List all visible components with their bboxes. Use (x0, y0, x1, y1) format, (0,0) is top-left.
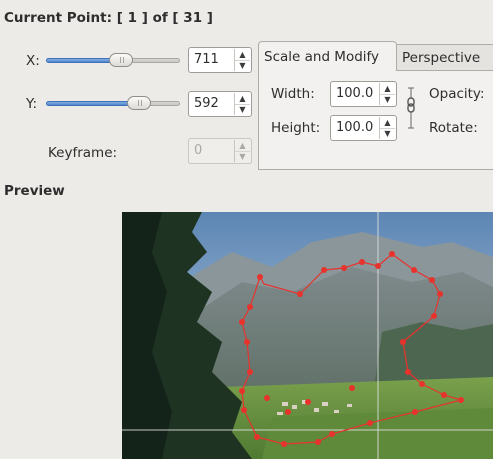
x-value[interactable]: 711 (194, 52, 219, 67)
chain-link-icon[interactable] (404, 84, 418, 136)
width-value[interactable]: 100.0 (336, 86, 373, 101)
tab-perspective[interactable]: Perspective (397, 44, 493, 71)
keyframe-spinbox: 0 ▲ ▼ (188, 138, 252, 164)
opacity-label: Opacity: (429, 86, 485, 102)
rotate-label: Rotate: (429, 120, 478, 136)
y-value[interactable]: 592 (194, 96, 219, 111)
current-point-suffix: ] (206, 10, 213, 26)
x-slider-knob[interactable] (109, 53, 133, 67)
current-point-total: 31 (183, 10, 203, 26)
current-point-header: Current Point: [ 1 ] of [ 31 ] (4, 10, 213, 26)
current-point-prefix: Current Point: [ (4, 10, 123, 26)
width-label: Width: (271, 86, 315, 102)
x-slider[interactable] (46, 53, 180, 67)
keyframe-label: Keyframe: (48, 145, 118, 161)
y-slider-fill (46, 101, 131, 106)
y-slider-rest (147, 101, 180, 106)
preview-image (122, 212, 493, 459)
preview-canvas[interactable] (122, 212, 493, 459)
keyframe-decrement-icon: ▼ (239, 152, 246, 161)
height-decrement-icon[interactable]: ▼ (380, 128, 395, 139)
width-decrement-icon[interactable]: ▼ (380, 94, 395, 105)
tab-scale-and-modify[interactable]: Scale and Modify (258, 41, 397, 71)
preview-title: Preview (4, 183, 65, 199)
y-spinbox[interactable]: 592 ▲ ▼ (188, 91, 252, 117)
width-spinbox[interactable]: 100.0 ▲ ▼ (330, 81, 397, 107)
keyframe-value: 0 (194, 143, 203, 158)
y-decrement-icon[interactable]: ▼ (235, 104, 250, 115)
x-label: X: (26, 53, 40, 69)
x-spinbox[interactable]: 711 ▲ ▼ (188, 47, 252, 73)
x-slider-rest (129, 58, 180, 63)
y-label: Y: (26, 96, 38, 112)
height-label: Height: (271, 120, 321, 136)
y-slider-knob[interactable] (127, 96, 151, 110)
current-point-index: 1 (127, 10, 137, 26)
height-value[interactable]: 100.0 (336, 120, 373, 135)
height-spinbox[interactable]: 100.0 ▲ ▼ (330, 115, 397, 141)
x-slider-fill (46, 58, 113, 63)
y-slider[interactable] (46, 96, 180, 110)
x-decrement-icon[interactable]: ▼ (235, 60, 250, 71)
current-point-of: ] of [ (141, 10, 179, 26)
